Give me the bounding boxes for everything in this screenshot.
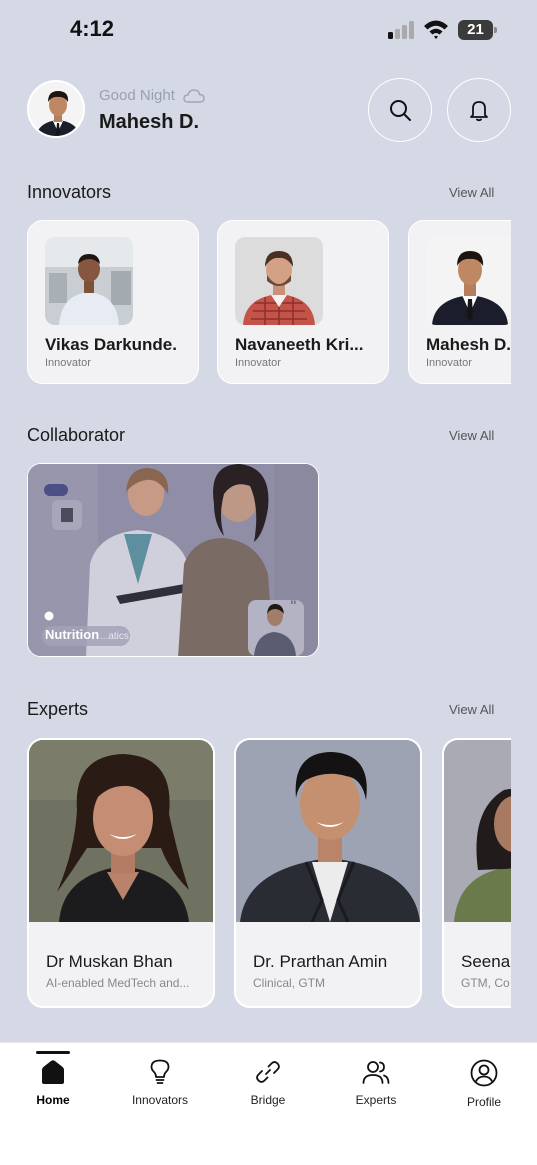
innovator-card[interactable]: Mahesh D. Innovator <box>408 220 511 384</box>
experts-section-title: Experts <box>27 699 89 719</box>
nav-bridge[interactable]: Bridge <box>218 1059 318 1107</box>
expert-name: Seena <box>461 952 511 971</box>
innovator-photo <box>426 237 511 325</box>
experts-view-all-link[interactable]: View All <box>449 702 494 717</box>
cloud-icon <box>183 88 205 103</box>
user-name: Mahesh D. <box>99 111 200 133</box>
expert-card[interactable]: Dr Muskan Bhan AI-enabled MedTech and... <box>27 738 215 1008</box>
bottom-nav: Home Innovators Bridge Experts Profile <box>0 1042 537 1165</box>
greeting-text: Good Night <box>99 87 175 104</box>
innovator-role: Innovator <box>426 357 472 369</box>
nav-profile[interactable]: Profile <box>434 1059 534 1109</box>
innovators-carousel[interactable]: Vikas Darkunde. Innovator Navaneeth Kri.… <box>27 220 511 386</box>
home-icon <box>42 1060 64 1084</box>
wifi-icon <box>424 20 448 39</box>
innovator-card[interactable]: Vikas Darkunde. Innovator <box>27 220 199 384</box>
collaborator-card[interactable]: " ...atics Nutrition <box>27 463 319 657</box>
nav-profile-label: Profile <box>466 1095 501 1109</box>
nav-home-label: Home <box>36 1093 70 1107</box>
expert-tags: Clinical, GTM <box>253 976 326 990</box>
innovator-photo <box>235 237 323 325</box>
innovator-name: Vikas Darkunde. <box>45 335 177 354</box>
innovator-name: Mahesh D. <box>426 335 511 354</box>
expert-card[interactable]: Dr. Prarthan Amin Clinical, GTM <box>234 738 422 1008</box>
innovator-card[interactable]: Navaneeth Kri... Innovator <box>217 220 389 384</box>
expert-photo <box>444 740 511 922</box>
collaborator-view-all-link[interactable]: View All <box>449 428 494 443</box>
innovator-photo <box>45 237 133 325</box>
battery-icon: 21 <box>458 20 498 40</box>
link-icon <box>256 1061 280 1083</box>
nav-experts-label: Experts <box>355 1093 397 1107</box>
avatar[interactable] <box>27 80 85 138</box>
user-circle-icon <box>470 1059 498 1087</box>
expert-photo <box>29 740 213 922</box>
bell-icon <box>470 101 488 122</box>
active-tab-indicator <box>36 1051 70 1054</box>
expert-photo <box>236 740 420 922</box>
innovators-view-all-link[interactable]: View All <box>449 185 494 200</box>
greeting: Good Night <box>99 87 205 104</box>
nav-innovators[interactable]: Innovators <box>110 1059 210 1107</box>
innovator-name: Navaneeth Kri... <box>235 335 364 354</box>
notifications-button[interactable] <box>447 78 511 142</box>
expert-name: Dr. Prarthan Amin <box>253 952 388 971</box>
cellular-signal-icon <box>388 21 416 39</box>
nav-innovators-label: Innovators <box>131 1093 189 1107</box>
status-bar: 4:12 21 <box>0 0 537 58</box>
expert-tags: GTM, Co <box>461 976 510 990</box>
experts-carousel[interactable]: Dr Muskan Bhan AI-enabled MedTech and...… <box>27 738 511 1010</box>
innovator-role: Innovator <box>45 357 91 369</box>
search-icon <box>390 100 411 121</box>
lightbulb-icon <box>150 1059 170 1084</box>
svg-text:": " <box>290 597 297 613</box>
users-icon <box>362 1061 390 1084</box>
expert-name: Dr Muskan Bhan <box>46 952 173 971</box>
nav-bridge-label: Bridge <box>250 1093 286 1107</box>
expert-card[interactable]: Seena GTM, Co <box>442 738 511 1008</box>
status-time: 4:12 <box>70 16 115 41</box>
innovators-section-title: Innovators <box>27 182 112 202</box>
expert-tags: AI-enabled MedTech and... <box>46 976 190 990</box>
nav-home[interactable]: Home <box>3 1059 103 1107</box>
search-button[interactable] <box>368 78 432 142</box>
collaborator-tag: Nutrition <box>45 627 100 642</box>
collaborator-section-title: Collaborator <box>27 425 126 445</box>
innovator-role: Innovator <box>235 357 281 369</box>
battery-level: 21 <box>467 21 484 38</box>
avatar-photo <box>29 82 83 136</box>
collaborator-tag-underlay: ...atics <box>100 631 129 642</box>
nav-experts[interactable]: Experts <box>326 1059 426 1107</box>
